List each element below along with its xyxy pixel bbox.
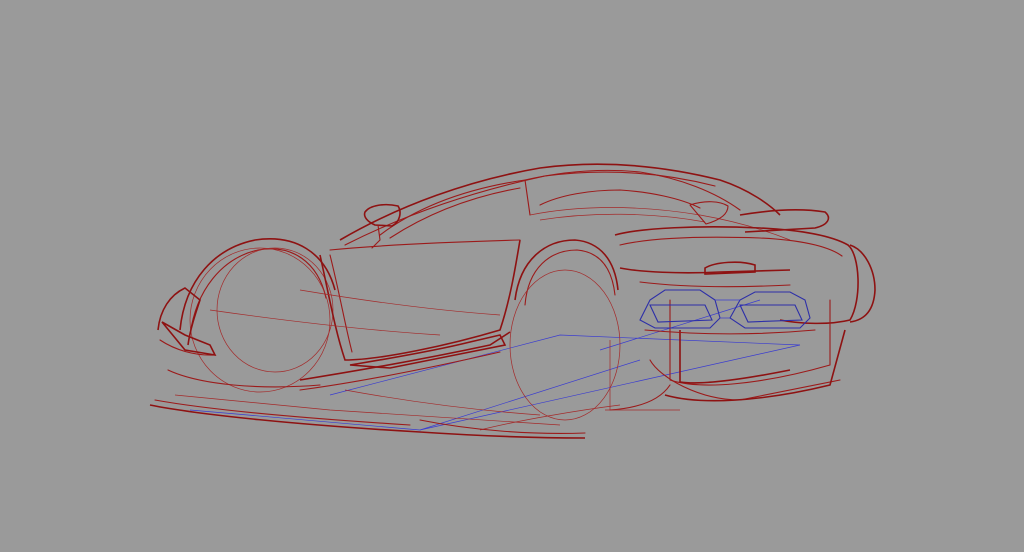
car-wireframe[interactable]: [0, 0, 1024, 552]
modeling-viewport[interactable]: [0, 0, 1024, 552]
viewport-background: [0, 0, 1024, 552]
